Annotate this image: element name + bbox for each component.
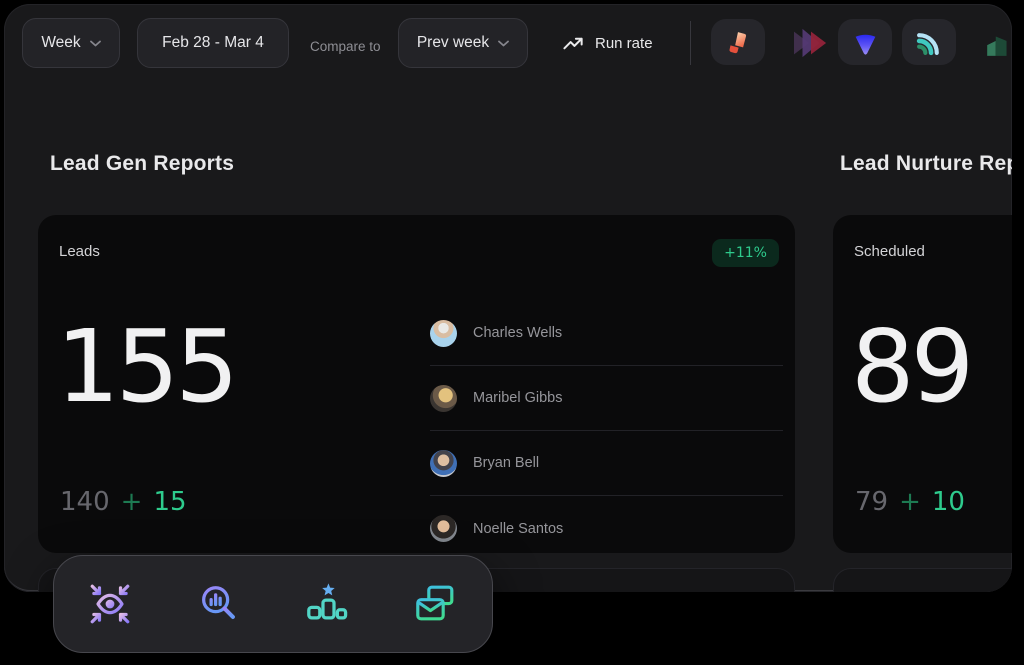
scheduled-value: 89 (851, 317, 970, 417)
app-tile-orange-block[interactable] (711, 19, 765, 65)
avatar (430, 385, 457, 412)
person-name: Noelle Santos (473, 521, 563, 537)
date-range-label: Feb 28 - Mar 4 (162, 34, 264, 52)
section-title-lead-nurture: Lead Nurture Reports (840, 152, 1012, 176)
leads-delta-value: 15 (153, 487, 186, 517)
eye-focus-icon (87, 581, 133, 627)
chevron-down-icon (90, 40, 101, 47)
run-rate-toggle[interactable]: Run rate (562, 18, 653, 68)
search-analytics-button[interactable] (195, 580, 243, 628)
leads-people-list: Charles Wells Maribel Gibbs Bryan Bell N… (430, 301, 783, 561)
leads-card: Leads +11% 155 140 + 15 Charles Wells Ma… (38, 215, 795, 553)
list-item[interactable]: Maribel Gibbs (430, 366, 783, 431)
search-analytics-icon (196, 581, 242, 627)
leads-card-title: Leads (59, 243, 100, 260)
next-row-card (833, 568, 1012, 592)
floating-toolbar (53, 555, 493, 653)
funnel-icon (852, 29, 879, 56)
green-bars-icon (985, 29, 1012, 57)
compare-to-label: Compare to (310, 39, 381, 54)
avatar (430, 450, 457, 477)
dashboard-window: Week Feb 28 - Mar 4 Compare to Prev week… (4, 4, 1012, 592)
scheduled-previous-value: 79 (855, 487, 888, 517)
list-item[interactable]: Noelle Santos (430, 496, 783, 561)
scheduled-delta-value: 10 (932, 487, 965, 517)
eye-focus-button[interactable] (86, 580, 134, 628)
app-tile-arc-rainbow[interactable] (902, 19, 956, 65)
person-name: Maribel Gibbs (473, 390, 562, 406)
leads-previous-line: 140 + 15 (60, 487, 187, 517)
prism-layers-icon (791, 26, 831, 60)
orange-block-icon (725, 29, 752, 56)
compare-dropdown-label: Prev week (417, 34, 489, 52)
scheduled-card: Scheduled 89 79 + 10 (833, 215, 1012, 553)
mail-campaign-button[interactable] (412, 580, 460, 628)
person-name: Charles Wells (473, 325, 562, 341)
scheduled-card-title: Scheduled (854, 243, 925, 260)
leads-previous-value: 140 (60, 487, 110, 517)
leaderboard-button[interactable] (303, 580, 351, 628)
plus-sign: + (899, 487, 921, 517)
arc-rainbow-icon (916, 29, 943, 56)
compare-dropdown[interactable]: Prev week (398, 18, 528, 68)
app-tile-funnel[interactable] (838, 19, 892, 65)
mail-campaign-icon (413, 581, 459, 627)
list-item[interactable]: Bryan Bell (430, 431, 783, 496)
leads-change-badge: +11% (712, 239, 779, 267)
app-tile-prism-layers[interactable] (790, 25, 832, 61)
avatar (430, 320, 457, 347)
run-rate-label: Run rate (595, 35, 653, 52)
trending-up-icon (562, 32, 585, 55)
avatar (430, 515, 457, 542)
person-name: Bryan Bell (473, 455, 539, 471)
leads-value: 155 (56, 317, 235, 417)
header-divider (690, 21, 691, 65)
leaderboard-icon (304, 581, 350, 627)
chevron-down-icon (498, 40, 509, 47)
section-title-lead-gen: Lead Gen Reports (50, 152, 234, 176)
period-dropdown-label: Week (41, 34, 80, 52)
date-range-button[interactable]: Feb 28 - Mar 4 (137, 18, 289, 68)
period-dropdown[interactable]: Week (22, 18, 120, 68)
scheduled-previous-line: 79 + 10 (855, 487, 965, 517)
app-tile-green-bars[interactable] (984, 28, 1012, 58)
plus-sign: + (121, 487, 143, 517)
list-item[interactable]: Charles Wells (430, 301, 783, 366)
